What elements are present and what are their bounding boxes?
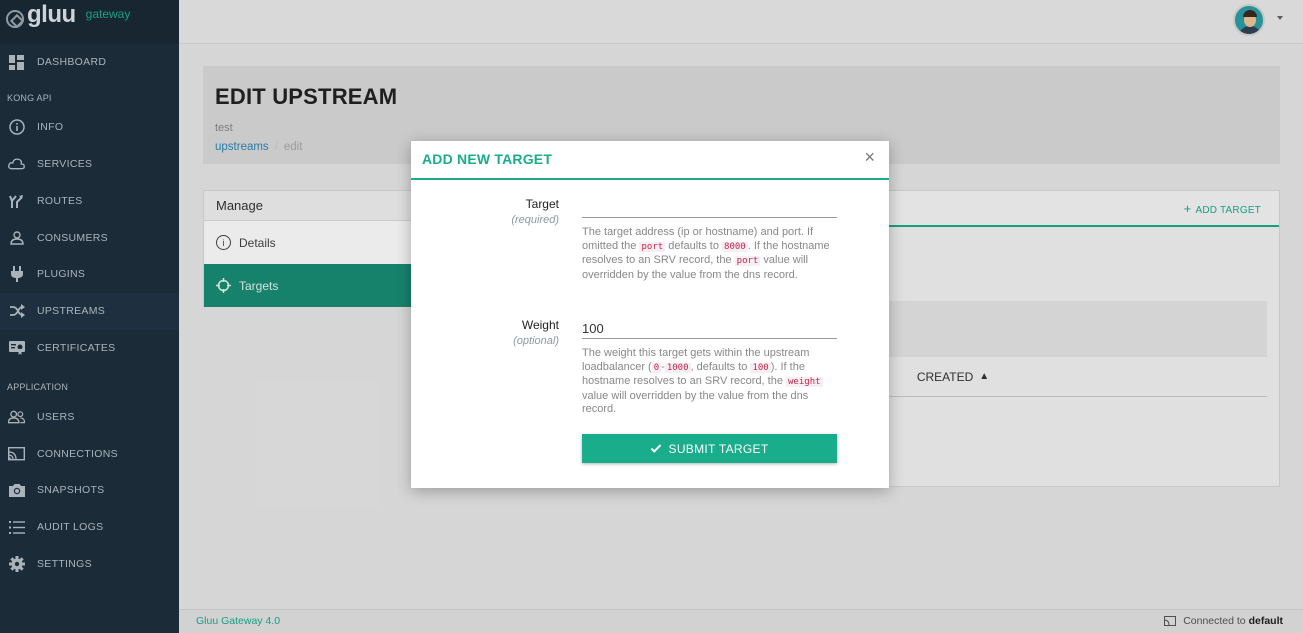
target-field: The target address (ip or hostname) and … bbox=[582, 197, 837, 282]
target-field-row: Target (required) The target address (ip… bbox=[411, 197, 889, 282]
weight-label-group: Weight (optional) bbox=[411, 318, 582, 417]
help-text: defaults to bbox=[665, 239, 723, 252]
code-port: port bbox=[734, 256, 761, 266]
weight-label: Weight bbox=[521, 318, 559, 332]
submit-target-button[interactable]: SUBMIT TARGET bbox=[582, 434, 837, 463]
modal-title: ADD NEW TARGET bbox=[422, 151, 553, 167]
weight-field-row: Weight (optional) The weight this target… bbox=[411, 318, 889, 417]
code-100: 100 bbox=[750, 362, 771, 373]
close-icon[interactable]: × bbox=[864, 147, 875, 168]
weight-input[interactable] bbox=[582, 318, 837, 339]
check-icon bbox=[650, 441, 661, 453]
submit-label: SUBMIT TARGET bbox=[668, 441, 769, 456]
target-required-hint: (required) bbox=[511, 214, 559, 226]
code-port: port bbox=[639, 241, 666, 252]
code-0: 0 bbox=[651, 362, 662, 373]
help-text: , defaults to bbox=[690, 360, 751, 373]
target-label: Target bbox=[525, 197, 559, 211]
weight-field: The weight this target gets within the u… bbox=[582, 318, 837, 417]
code-8000: 8000 bbox=[722, 241, 748, 252]
add-target-modal: ADD NEW TARGET × Target (required) The t… bbox=[411, 141, 889, 488]
help-text: value will overridden by the value from … bbox=[582, 389, 809, 416]
target-input[interactable] bbox=[582, 197, 837, 218]
weight-optional-hint: (optional) bbox=[513, 335, 559, 347]
modal-header: ADD NEW TARGET × bbox=[411, 141, 889, 180]
weight-help: The weight this target gets within the u… bbox=[582, 347, 837, 417]
code-weight: weight bbox=[786, 377, 823, 387]
code-1000: 1000 bbox=[664, 362, 691, 373]
target-help: The target address (ip or hostname) and … bbox=[582, 226, 837, 282]
target-label-group: Target (required) bbox=[411, 197, 582, 282]
